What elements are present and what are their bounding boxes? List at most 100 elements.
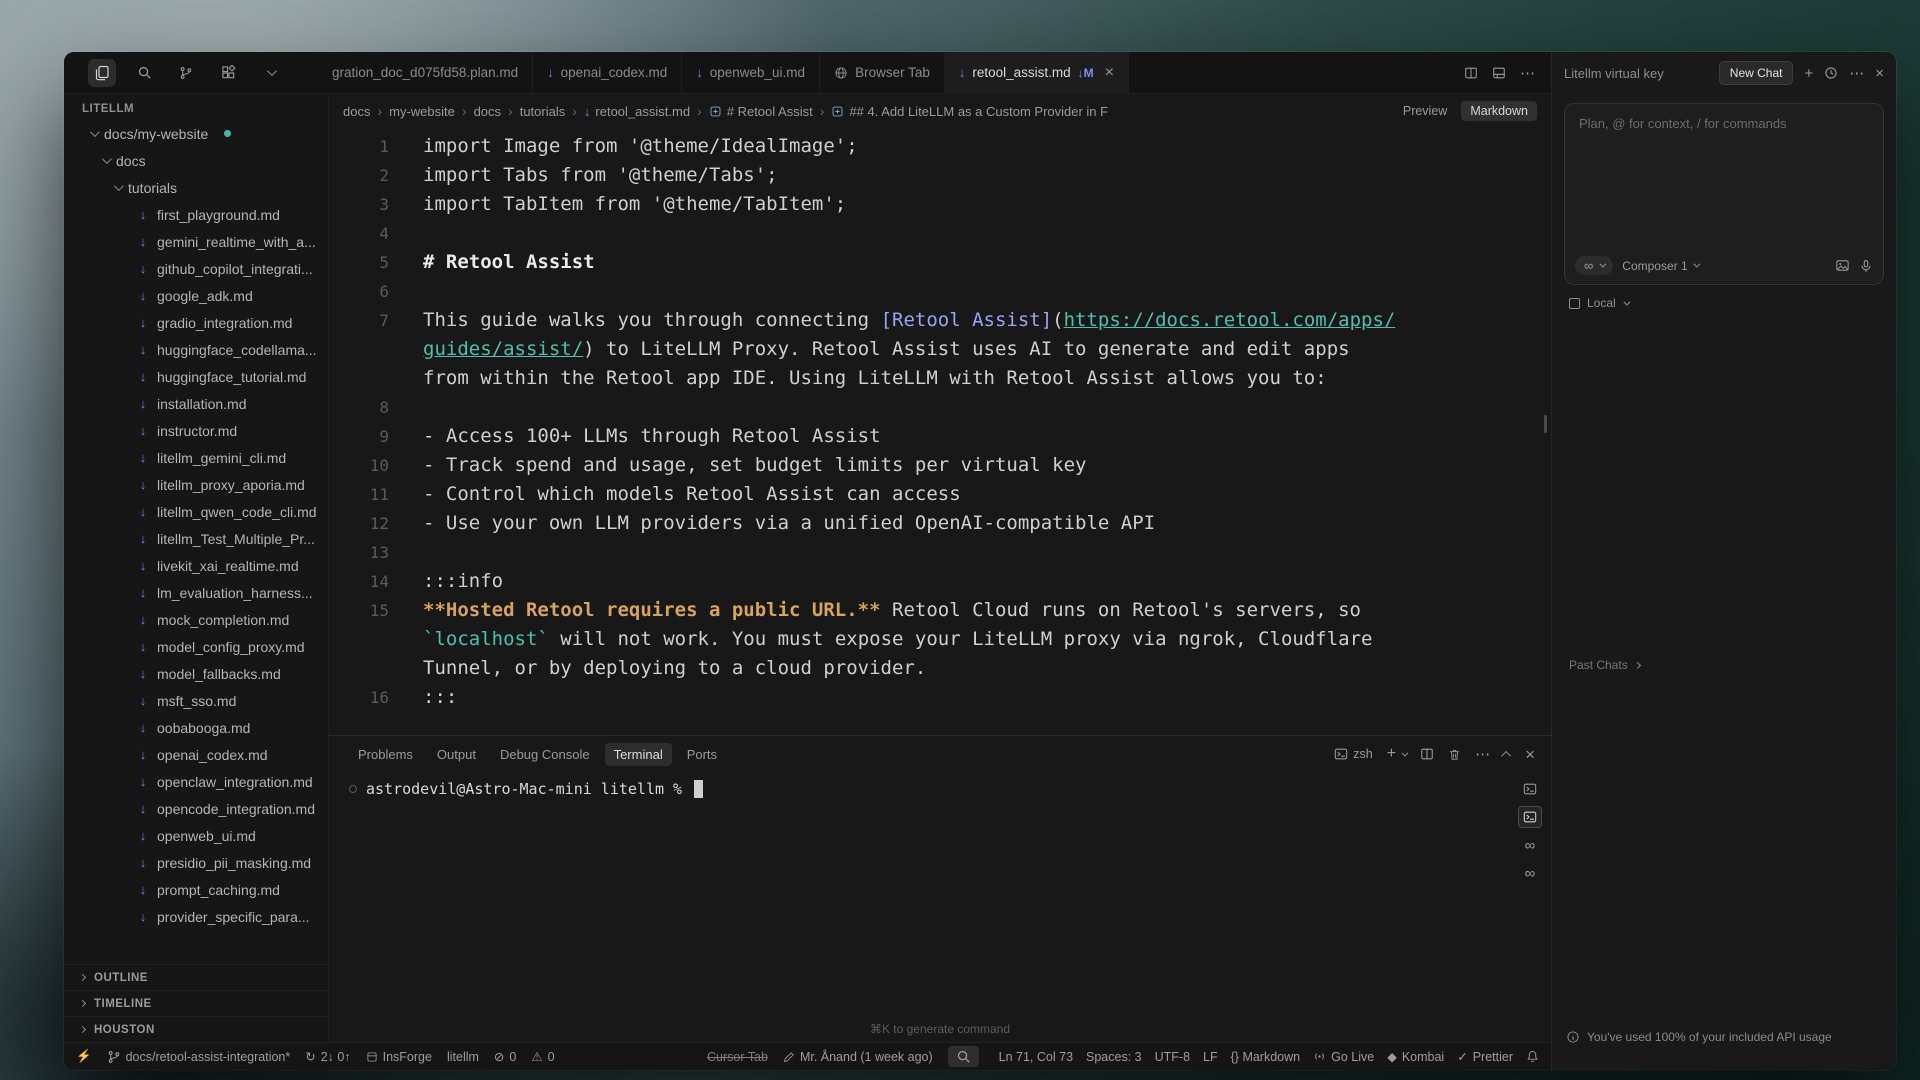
kombai-status[interactable]: ◆Kombai [1387,1049,1444,1064]
kill-terminal-icon[interactable] [1448,748,1461,761]
microphone-icon[interactable] [1859,259,1873,273]
litellm-status[interactable]: litellm [447,1050,479,1064]
more-terminal-actions-icon[interactable]: ⋯ [1475,745,1490,763]
tree-file[interactable]: ↓openai_codex.md [64,741,328,768]
code-line[interactable]: **Hosted Retool requires a public URL.**… [415,596,1399,683]
tree-file[interactable]: ↓litellm_qwen_code_cli.md [64,498,328,525]
tree-file[interactable]: ↓gradio_integration.md [64,309,328,336]
editor-tab[interactable]: ↓retool_assist.md↓M× [945,52,1129,93]
code-line[interactable] [415,393,1399,422]
editor-tab[interactable]: ↓openweb_ui.md [682,52,820,93]
editor-tab[interactable]: ↓openai_codex.md [533,52,682,93]
code-line[interactable]: import Tabs from '@theme/Tabs'; [415,161,1399,190]
tree-file[interactable]: ↓litellm_Test_Multiple_Pr... [64,525,328,552]
code-line[interactable]: - Track spend and usage, set budget limi… [415,451,1399,480]
tree-folder[interactable]: tutorials [64,174,328,201]
breadcrumb-item[interactable]: tutorials [520,104,566,119]
tree-file[interactable]: ↓msft_sso.md [64,687,328,714]
warnings-status[interactable]: ⚠0 [531,1049,554,1064]
tree-file[interactable]: ↓presidio_pii_masking.md [64,849,328,876]
tree-file[interactable]: ↓first_playground.md [64,201,328,228]
go-live-status[interactable]: Go Live [1313,1050,1374,1064]
add-chat-icon[interactable]: + [1804,66,1813,81]
tree-file[interactable]: ↓livekit_xai_realtime.md [64,552,328,579]
tree-file[interactable]: ↓litellm_proxy_aporia.md [64,471,328,498]
search-status[interactable] [948,1046,979,1067]
tree-folder[interactable]: docs [64,147,328,174]
code-line[interactable]: # Retool Assist [415,248,1399,277]
eol-status[interactable]: LF [1203,1050,1218,1064]
cursor-position-status[interactable]: Ln 71, Col 73 [999,1050,1073,1064]
sidebar-section-houston[interactable]: HOUSTON [64,1016,328,1042]
tree-file[interactable]: ↓lm_evaluation_harness... [64,579,328,606]
breadcrumb-item[interactable]: ## 4. Add LiteLLM as a Custom Provider i… [831,104,1108,119]
panel-tab-debug-console[interactable]: Debug Console [491,743,599,766]
code-line[interactable] [415,277,1399,306]
sidebar-section-timeline[interactable]: TIMELINE [64,990,328,1016]
code-line[interactable]: import Image from '@theme/IdealImage'; [415,132,1399,161]
preview-button[interactable]: Preview [1403,104,1447,118]
search-activity-icon[interactable] [130,59,158,87]
code-line[interactable] [415,219,1399,248]
insforge-status[interactable]: InsForge [366,1050,432,1064]
editor-tab[interactable]: gration_doc_d075fd58.plan.md [329,52,533,93]
editor-tab[interactable]: Browser Tab [820,52,945,93]
breadcrumb-item[interactable]: ↓retool_assist.md [584,104,690,119]
explorer-activity-icon[interactable] [88,59,116,87]
notifications-bell[interactable] [1526,1050,1539,1063]
terminal-body[interactable]: astrodevil@Astro-Mac-mini litellm % [329,772,1551,1016]
git-branch-status[interactable]: docs/retool-assist-integration* [107,1050,291,1064]
tree-file[interactable]: ↓gemini_realtime_with_a... [64,228,328,255]
code-line[interactable]: :::info [415,567,1399,596]
maximize-panel-icon[interactable] [1501,750,1511,760]
panel-tab-ports[interactable]: Ports [678,743,726,766]
close-tab-icon[interactable]: × [1105,65,1114,81]
breadcrumb-item[interactable]: docs [474,104,501,119]
editor[interactable]: 1import Image from '@theme/IdealImage';2… [329,128,1551,735]
close-chat-panel-icon[interactable]: × [1875,66,1884,81]
shell-selector[interactable]: zsh [1334,747,1372,761]
split-editor-icon[interactable] [1464,66,1478,80]
tree-file[interactable]: ↓opencode_integration.md [64,795,328,822]
code-line[interactable]: This guide walks you through connecting … [415,306,1399,393]
layout-icon[interactable] [1492,66,1506,80]
code-line[interactable]: import TabItem from '@theme/TabItem'; [415,190,1399,219]
tree-file[interactable]: ↓model_config_proxy.md [64,633,328,660]
tree-file[interactable]: ↓model_fallbacks.md [64,660,328,687]
panel-tab-output[interactable]: Output [428,743,485,766]
indentation-status[interactable]: Spaces: 3 [1086,1050,1142,1064]
tree-file[interactable]: ↓huggingface_codellama... [64,336,328,363]
more-editor-actions-icon[interactable]: ⋯ [1520,64,1535,82]
terminal-instance-active-icon[interactable] [1518,806,1542,828]
tree-folder[interactable]: docs/my-website [64,120,328,147]
tree-file[interactable]: ↓mock_completion.md [64,606,328,633]
agent-terminal-icon[interactable]: ∞ [1518,834,1542,856]
past-chats[interactable]: Past Chats [1569,658,1640,672]
tree-file[interactable]: ↓huggingface_tutorial.md [64,363,328,390]
sync-status[interactable]: ↻2↓ 0↑ [305,1049,350,1064]
context-selector[interactable]: Local [1569,296,1896,310]
chat-input[interactable]: Plan, @ for context, / for commands ∞ Co… [1564,103,1884,285]
breadcrumb-item[interactable]: # Retool Assist [709,104,813,119]
mode-selector[interactable]: ∞ [1575,256,1613,275]
close-panel-icon[interactable]: × [1525,746,1535,763]
tree-file[interactable]: ↓litellm_gemini_cli.md [64,444,328,471]
new-chat-button[interactable]: New Chat [1719,61,1794,85]
sidebar-section-outline[interactable]: OUTLINE [64,964,328,990]
tree-file[interactable]: ↓oobabooga.md [64,714,328,741]
activity-overflow-icon[interactable] [256,59,284,87]
history-icon[interactable] [1824,66,1838,80]
code-line[interactable]: - Control which models Retool Assist can… [415,480,1399,509]
agent-terminal-icon[interactable]: ∞ [1518,862,1542,884]
tree-file[interactable]: ↓provider_specific_para... [64,903,328,930]
panel-tab-terminal[interactable]: Terminal [605,743,672,766]
workspace-section-header[interactable]: LITELLM [64,100,328,120]
split-terminal-icon[interactable] [1420,747,1434,761]
tree-file[interactable]: ↓instructor.md [64,417,328,444]
breadcrumb-item[interactable]: my-website [389,104,455,119]
new-terminal-button[interactable]: + [1387,746,1406,762]
editor-scrollbar[interactable] [1544,415,1547,433]
tree-file[interactable]: ↓google_adk.md [64,282,328,309]
tree-file[interactable]: ↓openclaw_integration.md [64,768,328,795]
encoding-status[interactable]: UTF-8 [1155,1050,1190,1064]
